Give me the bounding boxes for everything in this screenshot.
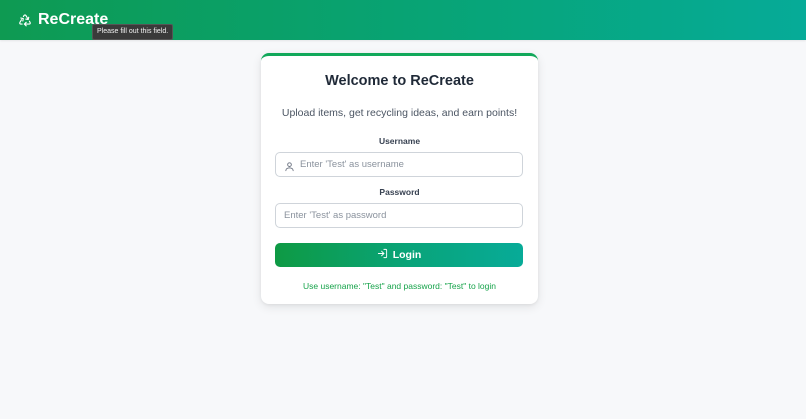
login-hint: Use username: "Test" and password: "Test… — [302, 281, 497, 291]
password-label: Password — [379, 187, 420, 197]
password-input[interactable] — [276, 204, 522, 227]
login-icon — [377, 248, 388, 262]
login-button-label: Login — [392, 249, 422, 261]
validation-tooltip: Please fill out this field. — [92, 24, 174, 40]
app-header: ReCreate Please fill out this field. — [0, 0, 806, 40]
username-field-wrapper — [275, 152, 523, 177]
card-subtitle: Upload items, get recycling ideas, and e… — [281, 107, 518, 119]
card-title: Welcome to ReCreate — [325, 73, 474, 89]
login-button[interactable]: Login — [275, 243, 523, 267]
password-field-wrapper — [275, 203, 523, 228]
recycle-icon — [18, 13, 32, 27]
username-input[interactable] — [276, 153, 522, 176]
username-label: Username — [378, 136, 421, 146]
login-card: Welcome to ReCreate Upload items, get re… — [261, 53, 538, 304]
